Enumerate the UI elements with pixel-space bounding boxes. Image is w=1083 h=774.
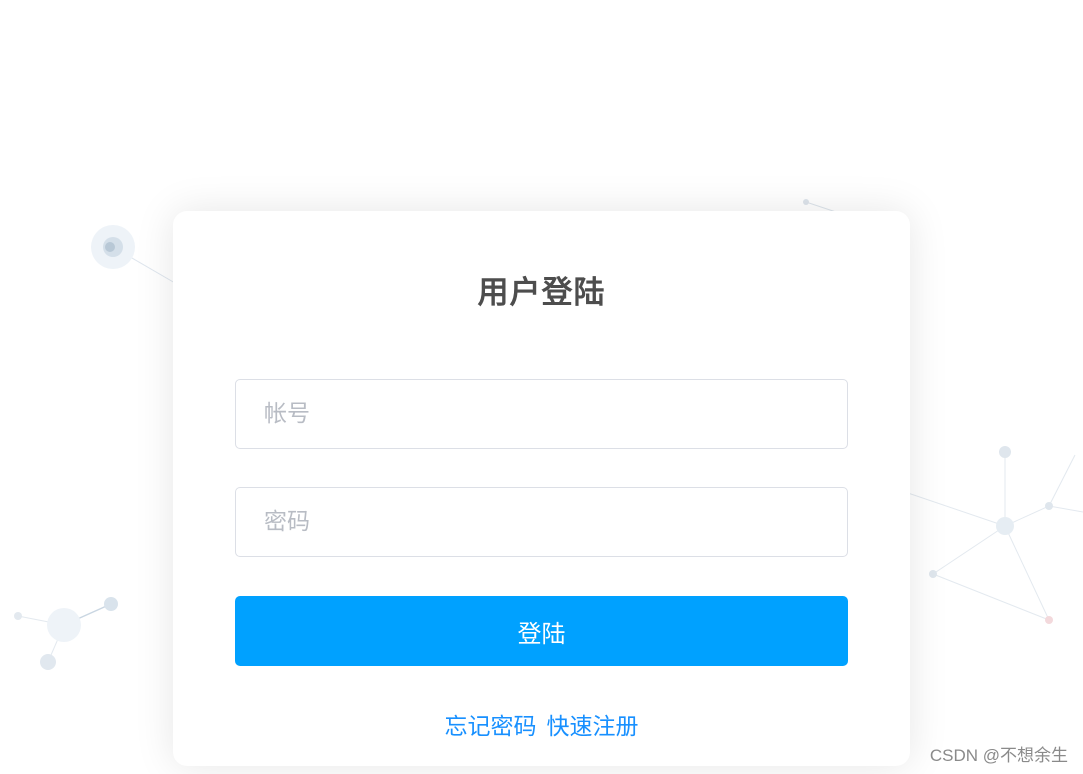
register-link[interactable]: 快速注册 xyxy=(547,714,639,740)
page-background: 用户登陆 登陆 忘记密码快速注册 CSDN @不想余生 xyxy=(0,0,1083,774)
login-card: 用户登陆 登陆 忘记密码快速注册 xyxy=(173,211,910,766)
watermark-text: CSDN @不想余生 xyxy=(929,746,1068,765)
account-input[interactable] xyxy=(235,379,848,449)
auth-links: 忘记密码 快速注册 xyxy=(173,707,910,741)
login-button[interactable]: 登陆 xyxy=(235,596,848,666)
password-input[interactable] xyxy=(235,487,848,557)
forgot-password-link[interactable]: 忘记密码 xyxy=(445,714,537,740)
login-title: 用户登陆 xyxy=(477,275,606,311)
